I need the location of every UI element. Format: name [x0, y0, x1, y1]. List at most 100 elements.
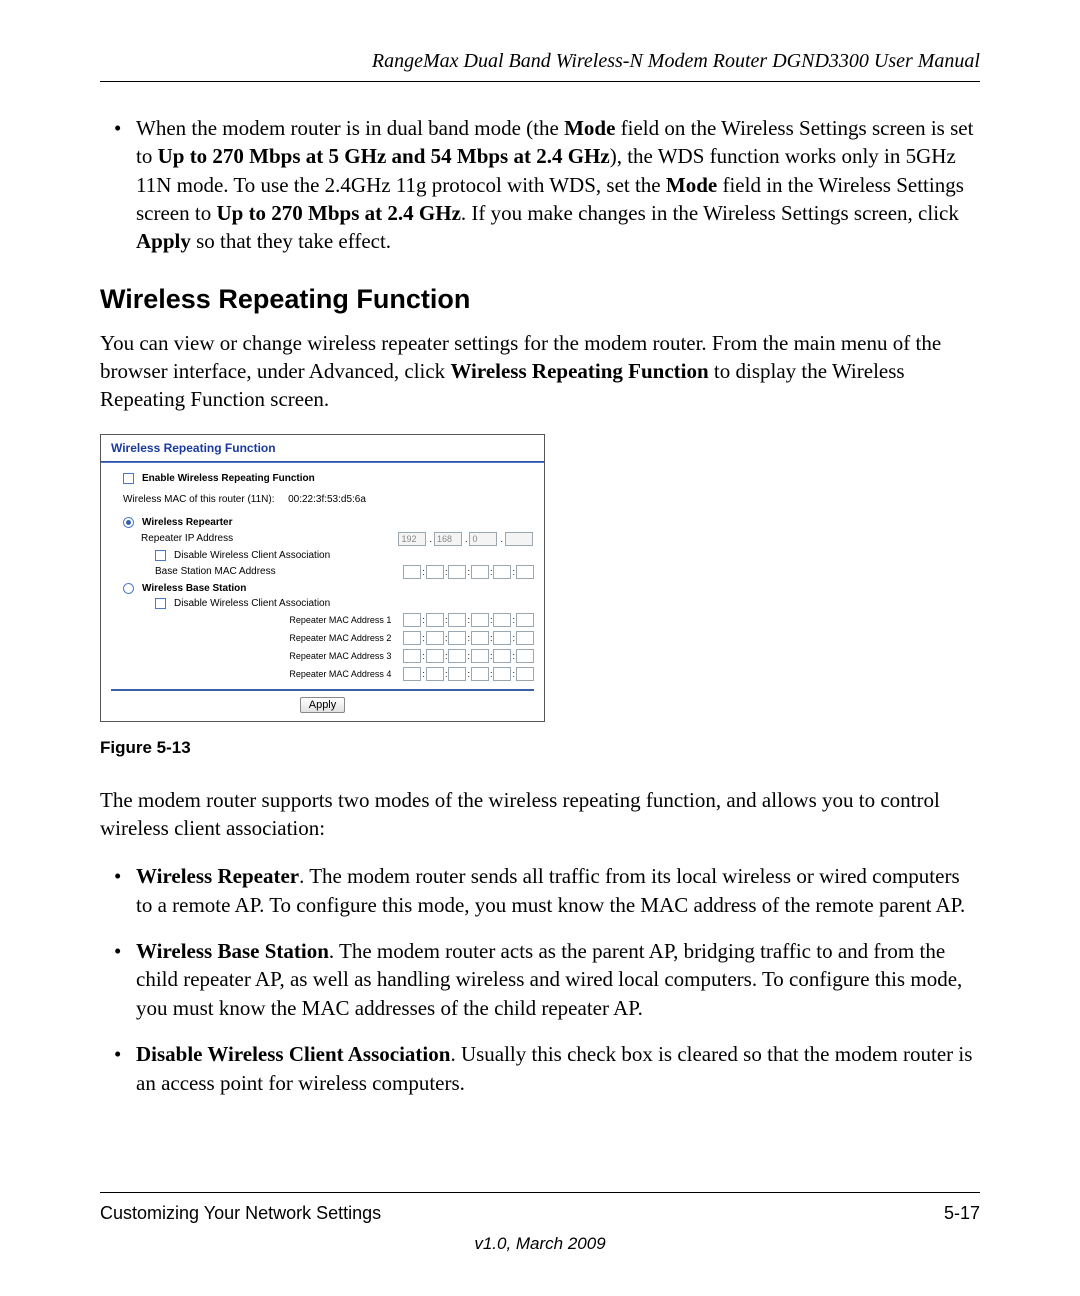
- disable-assoc-checkbox-repeater[interactable]: [155, 550, 166, 561]
- mac-octet-input[interactable]: [448, 613, 466, 627]
- mac-octet-input[interactable]: [471, 613, 489, 627]
- mac-octet-input[interactable]: [493, 565, 511, 579]
- mac-octet-input[interactable]: [516, 631, 534, 645]
- mac-octet-input[interactable]: [516, 667, 534, 681]
- disable-assoc-label-repeater: Disable Wireless Client Association: [174, 550, 330, 561]
- mac-octet-input[interactable]: [426, 631, 444, 645]
- wireless-repeater-radio-row: Wireless Repearter: [101, 515, 544, 530]
- wireless-repeater-radio[interactable]: [123, 517, 134, 528]
- repeater-ip-octet-2[interactable]: 168: [434, 532, 462, 546]
- mode-list-item: •Disable Wireless Client Association. Us…: [114, 1040, 980, 1097]
- mac-octet-input[interactable]: [471, 565, 489, 579]
- mac-octet-input[interactable]: [448, 667, 466, 681]
- mac-octet-input[interactable]: [516, 649, 534, 663]
- repeater-mac-row-4: Repeater MAC Address 4:::::: [101, 665, 544, 683]
- enable-repeating-label: Enable Wireless Repeating Function: [142, 473, 315, 484]
- repeater-ip-octet-3[interactable]: 0: [469, 532, 497, 546]
- apply-keyword: Apply: [136, 229, 191, 253]
- mode-list-item: •Wireless Repeater. The modem router sen…: [114, 862, 980, 919]
- ui-panel-title: Wireless Repeating Function: [101, 439, 544, 461]
- mac-octet-input[interactable]: [493, 649, 511, 663]
- mac-octet-input[interactable]: [403, 667, 421, 681]
- apply-button[interactable]: Apply: [300, 697, 346, 713]
- mode-keyword: Mode: [666, 173, 717, 197]
- wireless-base-heading: Wireless Base Station: [142, 583, 246, 594]
- mac-octet-input[interactable]: [471, 631, 489, 645]
- mac-octet-input[interactable]: [493, 613, 511, 627]
- repeater-mac-inputs-3: :::::: [403, 649, 534, 663]
- wireless-mac-label: Wireless MAC of this router (11N):: [123, 494, 275, 505]
- page-footer: Customizing Your Network Settings 5-17 v…: [100, 1192, 980, 1254]
- mode-list-item-text: Wireless Repeater. The modem router send…: [136, 862, 980, 919]
- base-station-mac-row: Base Station MAC Address : : : : :: [101, 563, 544, 581]
- text-part: When the modem router is in dual band mo…: [136, 116, 564, 140]
- bullet-dot-icon: •: [114, 1040, 136, 1097]
- mode-value-2: Up to 270 Mbps at 2.4 GHz: [216, 201, 460, 225]
- disable-assoc-row-base: Disable Wireless Client Association: [101, 596, 544, 611]
- bullet-dot-icon: •: [114, 937, 136, 1022]
- modes-intro-paragraph: The modem router supports two modes of t…: [100, 786, 980, 843]
- mode-list-item-text: Disable Wireless Client Association. Usu…: [136, 1040, 980, 1097]
- figure-caption: Figure 5-13: [100, 738, 980, 758]
- disable-assoc-checkbox-base[interactable]: [155, 598, 166, 609]
- bullet-dot-icon: •: [114, 114, 136, 256]
- mac-octet-input[interactable]: [403, 631, 421, 645]
- disable-assoc-row-repeater: Disable Wireless Client Association: [101, 548, 544, 563]
- repeater-mac-label-3: Repeater MAC Address 3: [111, 651, 399, 661]
- repeater-mac-row-2: Repeater MAC Address 2:::::: [101, 629, 544, 647]
- section-heading: Wireless Repeating Function: [100, 284, 980, 315]
- menu-name: Wireless Repeating Function: [450, 359, 708, 383]
- ui-divider: [101, 461, 544, 463]
- mode-name: Wireless Base Station: [136, 939, 329, 963]
- repeater-ip-octet-1[interactable]: 192: [398, 532, 426, 546]
- repeater-ip-group: 192. 168. 0.: [398, 532, 534, 546]
- repeater-ip-row: Repeater IP Address 192. 168. 0.: [101, 530, 544, 548]
- mode-value: Up to 270 Mbps at 5 GHz and 54 Mbps at 2…: [158, 144, 610, 168]
- repeater-mac-label-4: Repeater MAC Address 4: [111, 669, 399, 679]
- disable-assoc-label-base: Disable Wireless Client Association: [174, 598, 330, 609]
- mac-octet-input[interactable]: [403, 565, 421, 579]
- repeater-mac-label-1: Repeater MAC Address 1: [111, 615, 399, 625]
- footer-page-number: 5-17: [944, 1203, 980, 1224]
- mac-octet-input[interactable]: [426, 613, 444, 627]
- wireless-mac-value: 00:22:3f:53:d5:6a: [288, 494, 366, 505]
- repeater-mac-row-1: Repeater MAC Address 1:::::: [101, 611, 544, 629]
- mode-name: Disable Wireless Client Association: [136, 1042, 450, 1066]
- mac-octet-input[interactable]: [448, 565, 466, 579]
- footer-chapter-title: Customizing Your Network Settings: [100, 1203, 381, 1224]
- enable-repeating-row: Enable Wireless Repeating Function: [101, 471, 544, 486]
- repeater-mac-inputs-4: :::::: [403, 667, 534, 681]
- mac-octet-input[interactable]: [426, 565, 444, 579]
- mode-name: Wireless Repeater: [136, 864, 299, 888]
- mac-octet-input[interactable]: [448, 649, 466, 663]
- repeater-ip-octet-4[interactable]: [505, 532, 533, 546]
- apply-button-row: Apply: [111, 689, 534, 713]
- wireless-base-radio[interactable]: [123, 583, 134, 594]
- intro-bullet: • When the modem router is in dual band …: [114, 114, 980, 256]
- repeater-mac-inputs-2: :::::: [403, 631, 534, 645]
- mac-octet-input[interactable]: [426, 649, 444, 663]
- wireless-repeating-screenshot: Wireless Repeating Function Enable Wirel…: [100, 434, 545, 722]
- mac-octet-input[interactable]: [516, 565, 534, 579]
- text-part: . If you make changes in the Wireless Se…: [461, 201, 959, 225]
- mac-octet-input[interactable]: [403, 649, 421, 663]
- mac-octet-input[interactable]: [471, 667, 489, 681]
- wireless-repeater-heading: Wireless Repearter: [142, 517, 233, 528]
- mac-octet-input[interactable]: [516, 613, 534, 627]
- mac-octet-input[interactable]: [426, 667, 444, 681]
- enable-repeating-checkbox[interactable]: [123, 473, 134, 484]
- base-station-mac-label: Base Station MAC Address: [155, 566, 311, 577]
- wireless-mac-row: Wireless MAC of this router (11N): 00:22…: [101, 492, 544, 507]
- mode-keyword: Mode: [564, 116, 615, 140]
- bullet-dot-icon: •: [114, 862, 136, 919]
- repeater-ip-label: Repeater IP Address: [141, 533, 322, 544]
- mac-octet-input[interactable]: [448, 631, 466, 645]
- repeater-mac-inputs-1: :::::: [403, 613, 534, 627]
- base-station-mac-inputs: : : : : :: [403, 565, 534, 579]
- mac-octet-input[interactable]: [493, 667, 511, 681]
- mac-octet-input[interactable]: [403, 613, 421, 627]
- mac-octet-input[interactable]: [471, 649, 489, 663]
- repeater-mac-label-2: Repeater MAC Address 2: [111, 633, 399, 643]
- mac-octet-input[interactable]: [493, 631, 511, 645]
- modes-list: •Wireless Repeater. The modem router sen…: [100, 862, 980, 1096]
